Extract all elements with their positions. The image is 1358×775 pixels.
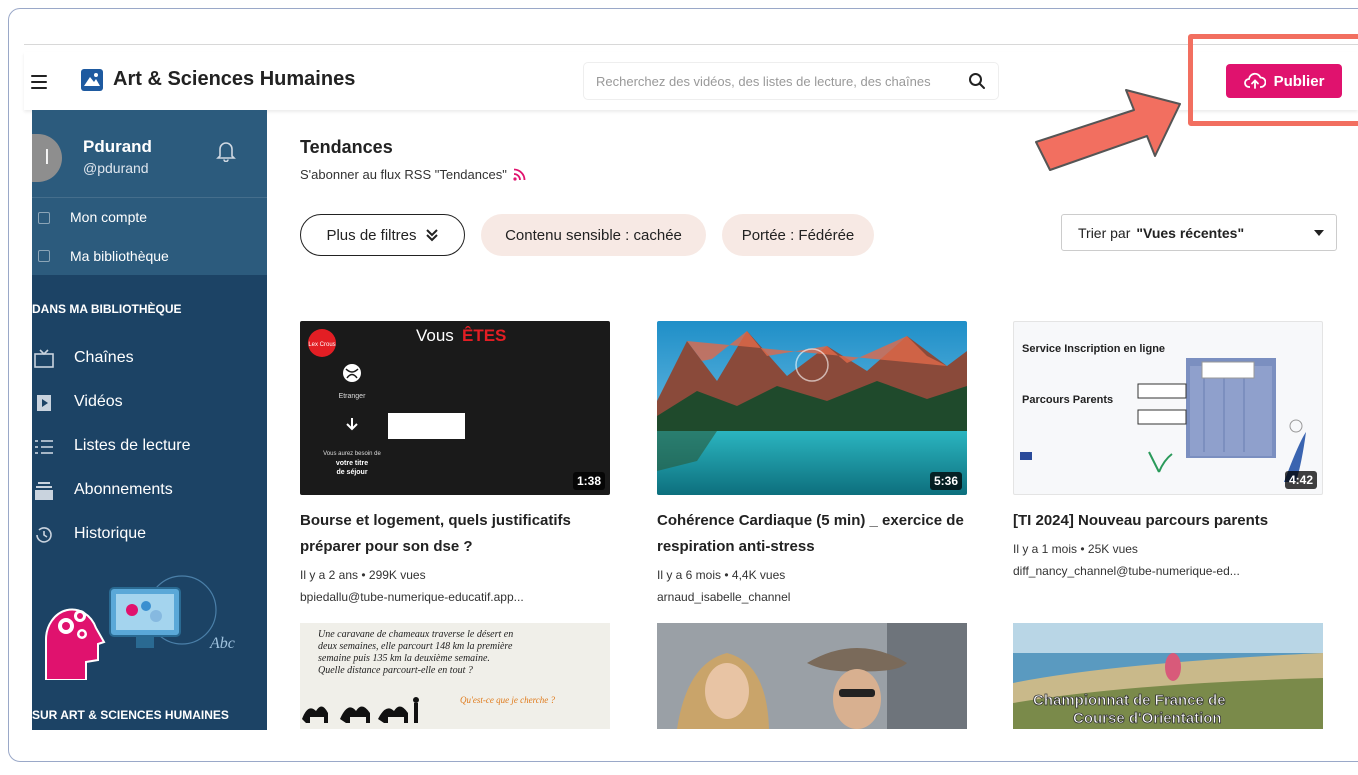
sort-select[interactable]: Trier par "Vues récentes" — [1061, 214, 1337, 251]
top-divider — [24, 44, 1358, 45]
thumb-label: Parcours Parents — [1022, 394, 1113, 406]
rss-label: S'abonner au flux RSS "Tendances" — [300, 167, 507, 182]
sidebar-illustration: Abc — [44, 575, 235, 680]
math-problem-image: Une caravane de chameaux traverse le dés… — [302, 629, 556, 723]
sort-value: "Vues récentes" — [1136, 224, 1245, 241]
people-photo — [657, 623, 967, 729]
sidebar-item-label: Chaînes — [74, 349, 134, 366]
video-channel[interactable]: arnaud_isabelle_channel — [657, 590, 790, 604]
video-thumbnail[interactable]: Championnat de France de Course d'Orient… — [1013, 623, 1323, 729]
sidebar-item-channels[interactable]: Chaînes — [32, 343, 267, 375]
rss-subscribe[interactable]: S'abonner au flux RSS "Tendances" — [300, 167, 526, 182]
thumb-badge: Lex Crous — [308, 342, 335, 348]
thumb-text-line: Qu'est-ce que je cherche ? — [460, 695, 556, 705]
thumb-text-line: Championnat de France de — [1033, 692, 1226, 709]
video-channel[interactable]: bpiedallu@tube-numerique-educatif.app... — [300, 590, 524, 604]
thumb-label: de séjour — [336, 469, 367, 476]
video-title[interactable]: Bourse et logement, quels justificatifs … — [300, 508, 610, 560]
video-thumbnail[interactable]: Service Inscription en ligne Parcours Pa… — [1013, 321, 1323, 495]
video-title[interactable]: Cohérence Cardiaque (5 min) _ exercice d… — [657, 508, 967, 560]
menu-icon[interactable] — [31, 75, 47, 89]
video-icon — [37, 395, 51, 411]
sidebar-item-label: Listes de lecture — [74, 437, 191, 454]
avatar[interactable]: l — [32, 134, 62, 182]
thumbnail-art: Service Inscription en ligne Parcours Pa… — [1020, 343, 1306, 482]
thumb-text-line: Une caravane de chameaux traverse le dés… — [318, 629, 513, 640]
upload-cloud-icon — [1243, 72, 1266, 89]
thumb-label: Etranger — [339, 393, 367, 400]
sidebar-item-subscriptions[interactable]: Abonnements — [32, 475, 267, 507]
thumb-headline: Vous — [416, 326, 454, 345]
video-channel[interactable]: diff_nancy_channel@tube-numerique-ed... — [1013, 564, 1240, 578]
search-bar — [584, 63, 998, 99]
more-filters-button[interactable]: Plus de filtres — [300, 214, 465, 256]
svg-text:Abc: Abc — [209, 635, 235, 652]
video-meta: Il y a 1 mois • 25K vues — [1013, 542, 1138, 556]
user-divider — [32, 197, 267, 198]
thumb-label: Service Inscription en ligne — [1022, 343, 1165, 355]
video-meta: Il y a 6 mois • 4,4K vues — [657, 568, 786, 582]
scope-filter[interactable]: Portée : Fédérée — [722, 214, 874, 256]
thumb-label: votre titre — [336, 460, 368, 467]
subscriptions-icon — [35, 482, 53, 500]
video-duration: 4:42 — [1284, 471, 1317, 489]
library-icon — [38, 250, 50, 262]
landscape-image — [657, 321, 967, 495]
rss-icon — [513, 168, 526, 181]
my-library-link[interactable]: Ma bibliothèque — [70, 248, 169, 264]
user-handle: @pdurand — [83, 160, 149, 176]
video-title[interactable]: [TI 2024] Nouveau parcours parents — [1013, 508, 1323, 534]
bottom-section-title: SUR ART & SCIENCES HUMAINES — [32, 708, 229, 722]
my-account-link[interactable]: Mon compte — [70, 209, 147, 225]
sidebar-item-label: Vidéos — [74, 393, 123, 410]
search-icon[interactable] — [968, 72, 986, 90]
sidebar-item-history[interactable]: Historique — [32, 519, 267, 551]
thumb-text-line: deux semaines, elle parcourt 148 km la p… — [318, 641, 513, 652]
account-icon — [38, 212, 50, 224]
video-thumbnail[interactable]: Une caravane de chameaux traverse le dés… — [300, 623, 610, 729]
bell-icon[interactable] — [216, 140, 236, 162]
annotation-arrow — [1035, 89, 1181, 171]
logo-icon — [81, 69, 103, 91]
publish-button[interactable]: Publier — [1226, 64, 1342, 98]
search-input[interactable] — [596, 73, 956, 89]
sensitive-content-filter[interactable]: Contenu sensible : cachée — [481, 214, 706, 256]
thumb-text-line: Course d'Orientation — [1073, 710, 1222, 727]
thumb-text-line: Quelle distance parcourt-elle en tout ? — [318, 665, 473, 676]
page-title: Tendances — [300, 137, 393, 157]
coast-photo: Championnat de France de Course d'Orient… — [1013, 623, 1323, 729]
history-icon — [36, 527, 52, 543]
sidebar-item-label: Historique — [74, 525, 147, 542]
thumb-label: Vous aurez besoin de — [323, 451, 381, 457]
video-thumbnail[interactable]: 5:36 — [657, 321, 967, 495]
sidebar-item-label: Abonnements — [74, 481, 173, 498]
video-thumbnail[interactable]: Lex Crous Vous ÊTES Etranger Vous aurez … — [300, 321, 610, 495]
video-thumbnail[interactable] — [657, 623, 967, 729]
sidebar-item-playlists[interactable]: Listes de lecture — [32, 431, 267, 463]
app-title: Art & Sciences Humaines — [113, 68, 356, 90]
thumb-text-line: semaine puis 135 km la deuxième semaine. — [318, 653, 490, 664]
video-duration: 1:38 — [572, 472, 605, 490]
sort-prefix: Trier par — [1078, 224, 1131, 241]
video-meta: Il y a 2 ans • 299K vues — [300, 568, 426, 582]
list-icon — [35, 440, 53, 454]
caret-down-icon — [1314, 230, 1324, 236]
user-name: Pdurand — [83, 137, 152, 156]
thumb-headline-accent: ÊTES — [462, 326, 506, 345]
video-duration: 5:36 — [929, 472, 962, 490]
tv-icon — [34, 349, 54, 368]
publish-label: Publier — [1273, 72, 1325, 90]
sidebar-item-videos[interactable]: Vidéos — [32, 387, 267, 419]
more-filters-label: Plus de filtres — [326, 226, 417, 244]
user-block: l Pdurand @pdurand Mon compte Ma bibliot… — [32, 110, 267, 275]
sidebar: l Pdurand @pdurand Mon compte Ma bibliot… — [32, 110, 267, 730]
thumbnail-art: Lex Crous Vous ÊTES Etranger Vous aurez … — [308, 326, 506, 476]
double-chevron-down-icon — [425, 229, 438, 242]
library-section-title: DANS MA BIBLIOTHÈQUE — [32, 302, 182, 316]
